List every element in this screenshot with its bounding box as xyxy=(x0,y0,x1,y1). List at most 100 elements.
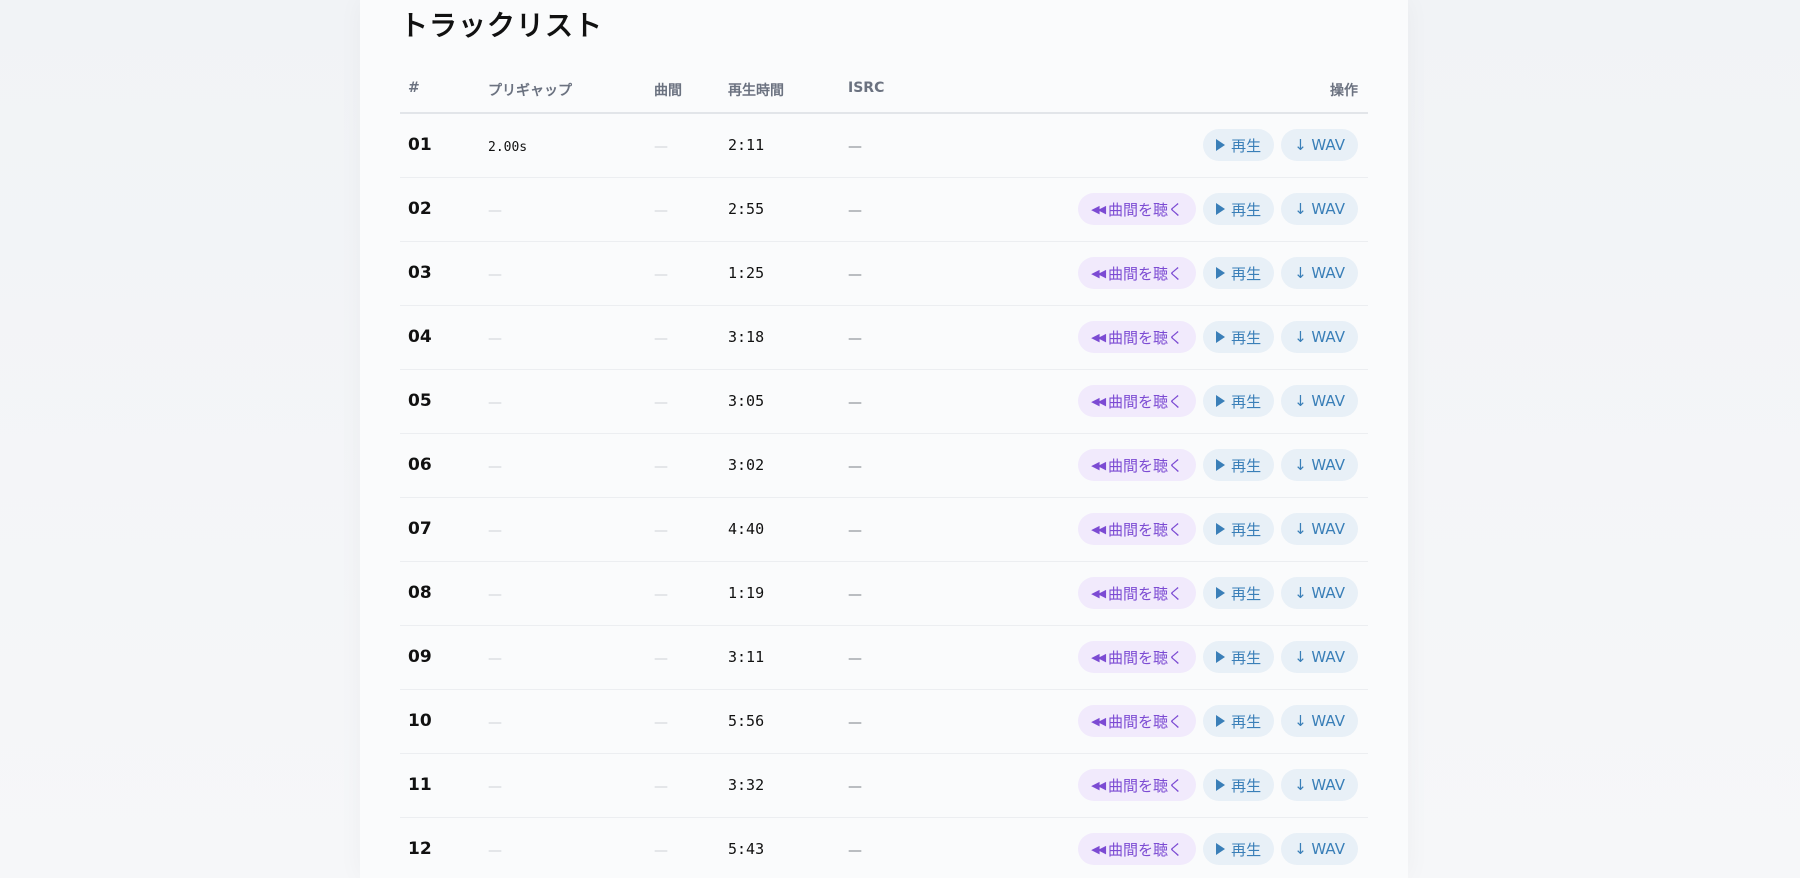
download-wav-button[interactable]: ↓ WAV xyxy=(1281,641,1358,673)
track-isrc-value: — xyxy=(848,331,862,347)
download-wav-label: ↓ WAV xyxy=(1294,584,1345,602)
track-actions: ◀◀ 曲間を聴く 再生 ↓ WAV xyxy=(1078,577,1358,609)
play-button[interactable]: 再生 xyxy=(1203,321,1275,353)
track-pregap-value: — xyxy=(488,395,502,411)
table-row: 04 — — 3:18 — ◀◀ 曲間を聴く 再生 ↓ WAV xyxy=(400,306,1368,370)
track-isrc-value: — xyxy=(848,651,862,667)
download-wav-button[interactable]: ↓ WAV xyxy=(1281,321,1358,353)
track-number-value: 05 xyxy=(408,391,432,411)
track-gap-value: — xyxy=(654,459,668,475)
play-button[interactable]: 再生 xyxy=(1203,577,1275,609)
play-icon xyxy=(1216,715,1226,727)
play-label: 再生 xyxy=(1231,456,1262,475)
listen-gap-button[interactable]: ◀◀ 曲間を聴く xyxy=(1078,449,1197,481)
track-pregap: — xyxy=(488,370,502,433)
track-isrc-value: — xyxy=(848,843,862,859)
download-wav-button[interactable]: ↓ WAV xyxy=(1281,449,1358,481)
play-button[interactable]: 再生 xyxy=(1203,385,1275,417)
skip-previous-icon: ◀◀ xyxy=(1091,458,1106,472)
track-isrc: — xyxy=(848,754,862,817)
download-wav-button[interactable]: ↓ WAV xyxy=(1281,577,1358,609)
listen-gap-button[interactable]: ◀◀ 曲間を聴く xyxy=(1078,833,1197,865)
skip-previous-icon: ◀◀ xyxy=(1091,778,1106,792)
track-gap-value: — xyxy=(654,203,668,219)
track-table: # プリギャップ 曲間 再生時間 ISRC 操作 01 2.00s — 2:11 — 再生… xyxy=(400,68,1368,878)
track-duration: 4:40 xyxy=(728,498,764,561)
play-button[interactable]: 再生 xyxy=(1203,129,1275,161)
track-number: 08 xyxy=(408,562,432,625)
play-icon xyxy=(1216,203,1226,215)
track-gap-value: — xyxy=(654,267,668,283)
table-row: 11 — — 3:32 — ◀◀ 曲間を聴く 再生 ↓ WAV xyxy=(400,754,1368,818)
play-icon xyxy=(1216,331,1226,343)
download-wav-button[interactable]: ↓ WAV xyxy=(1281,705,1358,737)
play-button[interactable]: 再生 xyxy=(1203,833,1275,865)
download-wav-button[interactable]: ↓ WAV xyxy=(1281,193,1358,225)
track-number-value: 10 xyxy=(408,711,432,731)
download-wav-label: ↓ WAV xyxy=(1294,328,1345,346)
listen-gap-button[interactable]: ◀◀ 曲間を聴く xyxy=(1078,513,1197,545)
play-button[interactable]: 再生 xyxy=(1203,641,1275,673)
track-number: 11 xyxy=(408,754,432,817)
listen-gap-button[interactable]: ◀◀ 曲間を聴く xyxy=(1078,577,1197,609)
download-wav-button[interactable]: ↓ WAV xyxy=(1281,257,1358,289)
track-pregap-value: — xyxy=(488,651,502,667)
play-icon xyxy=(1216,459,1226,471)
play-button[interactable]: 再生 xyxy=(1203,705,1275,737)
play-button[interactable]: 再生 xyxy=(1203,513,1275,545)
track-duration-value: 4:40 xyxy=(728,520,765,538)
listen-gap-label: 曲間を聴く xyxy=(1108,520,1184,539)
play-button[interactable]: 再生 xyxy=(1203,449,1275,481)
play-icon xyxy=(1216,779,1226,791)
track-isrc-value: — xyxy=(848,139,862,155)
track-duration-value: 1:19 xyxy=(728,584,765,602)
table-row: 09 — — 3:11 — ◀◀ 曲間を聴く 再生 ↓ WAV xyxy=(400,626,1368,690)
track-number: 09 xyxy=(408,626,432,689)
download-wav-label: ↓ WAV xyxy=(1294,712,1345,730)
listen-gap-button[interactable]: ◀◀ 曲間を聴く xyxy=(1078,641,1197,673)
play-button[interactable]: 再生 xyxy=(1203,193,1275,225)
download-wav-button[interactable]: ↓ WAV xyxy=(1281,385,1358,417)
track-duration: 3:05 xyxy=(728,370,764,433)
listen-gap-button[interactable]: ◀◀ 曲間を聴く xyxy=(1078,193,1197,225)
listen-gap-label: 曲間を聴く xyxy=(1108,584,1184,603)
play-button[interactable]: 再生 xyxy=(1203,769,1275,801)
download-wav-label: ↓ WAV xyxy=(1294,648,1345,666)
track-actions: ◀◀ 曲間を聴く 再生 ↓ WAV xyxy=(1078,833,1358,865)
track-isrc: — xyxy=(848,242,862,305)
track-pregap-value: 2.00s xyxy=(488,140,528,155)
header-isrc: ISRC xyxy=(848,80,885,96)
table-row: 10 — — 5:56 — ◀◀ 曲間を聴く 再生 ↓ WAV xyxy=(400,690,1368,754)
skip-previous-icon: ◀◀ xyxy=(1091,650,1106,664)
listen-gap-button[interactable]: ◀◀ 曲間を聴く xyxy=(1078,705,1197,737)
download-wav-button[interactable]: ↓ WAV xyxy=(1281,833,1358,865)
track-pregap-value: — xyxy=(488,779,502,795)
play-icon xyxy=(1216,523,1226,535)
track-isrc: — xyxy=(848,626,862,689)
track-number-value: 09 xyxy=(408,647,432,667)
listen-gap-label: 曲間を聴く xyxy=(1108,776,1184,795)
download-wav-button[interactable]: ↓ WAV xyxy=(1281,513,1358,545)
listen-gap-button[interactable]: ◀◀ 曲間を聴く xyxy=(1078,385,1197,417)
play-label: 再生 xyxy=(1231,136,1262,155)
track-gap: — xyxy=(654,306,668,369)
track-duration: 3:11 xyxy=(728,626,764,689)
track-gap: — xyxy=(654,498,668,561)
track-gap-value: — xyxy=(654,331,668,347)
track-pregap: — xyxy=(488,818,502,878)
download-wav-button[interactable]: ↓ WAV xyxy=(1281,129,1358,161)
track-number: 12 xyxy=(408,818,432,878)
header-actions: 操作 xyxy=(1330,83,1358,99)
listen-gap-label: 曲間を聴く xyxy=(1108,392,1184,411)
play-icon xyxy=(1216,267,1226,279)
listen-gap-button[interactable]: ◀◀ 曲間を聴く xyxy=(1078,257,1197,289)
track-number-value: 03 xyxy=(408,263,432,283)
header-duration: 再生時間 xyxy=(728,83,784,99)
listen-gap-button[interactable]: ◀◀ 曲間を聴く xyxy=(1078,769,1197,801)
track-gap: — xyxy=(654,690,668,753)
download-wav-button[interactable]: ↓ WAV xyxy=(1281,769,1358,801)
play-button[interactable]: 再生 xyxy=(1203,257,1275,289)
listen-gap-button[interactable]: ◀◀ 曲間を聴く xyxy=(1078,321,1197,353)
play-icon xyxy=(1216,139,1226,151)
play-label: 再生 xyxy=(1231,648,1262,667)
